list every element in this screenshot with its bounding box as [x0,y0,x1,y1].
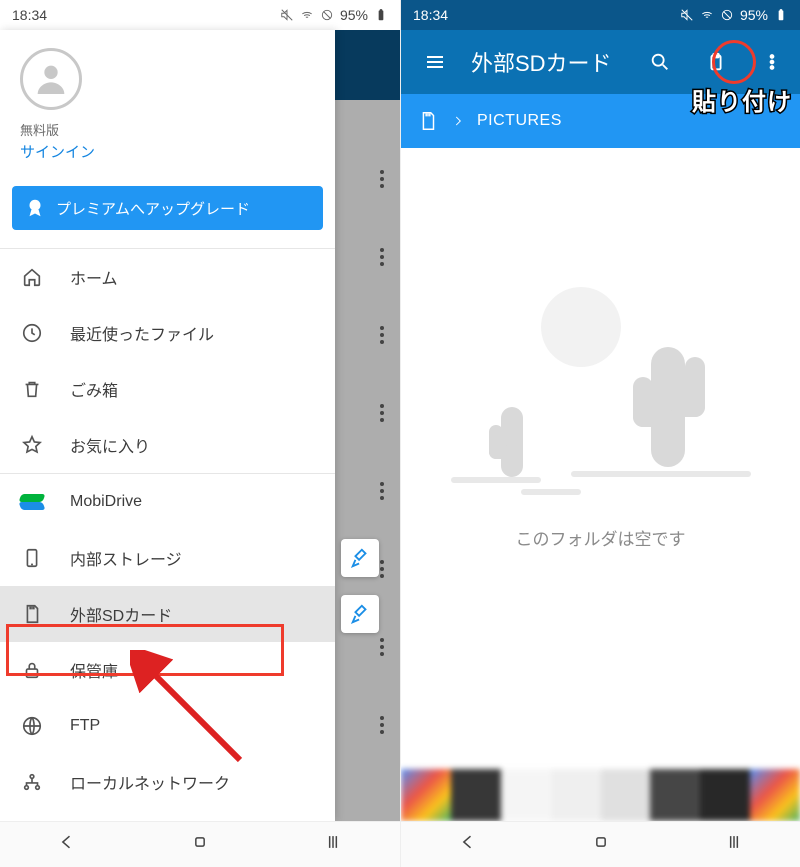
clock-icon [20,321,44,345]
clean-storage-button[interactable] [341,539,379,577]
nav-label: ローカルネットワーク [70,770,230,794]
menu-button[interactable] [415,42,455,82]
breadcrumb-item: PICTURES [477,112,562,130]
lock-icon [20,658,44,682]
empty-illustration [421,307,781,507]
no-data-icon [320,8,334,22]
left-screenshot: 18:34 95% [0,0,400,867]
nav-label: お気に入り [70,433,150,457]
status-battery-text: 95% [740,7,768,23]
page-title: 外部SDカード [471,46,624,78]
trash-icon [20,377,44,401]
sd-card-icon [20,602,44,626]
battery-icon [774,8,788,22]
signin-link[interactable]: サインイン [20,141,315,162]
recent-apps-strip [401,769,800,821]
clipboard-icon [705,51,727,73]
nav-label: ごみ箱 [70,377,118,401]
navigation-drawer: 無料版 サインイン プレミアムへアップグレード ホーム 最近使ったファイル [0,30,335,821]
wifi-icon [700,8,714,22]
recents-button[interactable] [323,832,343,857]
status-time: 18:34 [12,7,47,23]
annotation-paste-label: 貼り付け [692,82,792,117]
star-icon [20,433,44,457]
status-bar: 18:34 95% [0,0,400,30]
nav-label: 内部ストレージ [70,546,182,570]
search-button[interactable] [640,42,680,82]
more-vert-icon [761,51,783,73]
nav-internal-storage[interactable]: 内部ストレージ [0,530,335,586]
upgrade-button[interactable]: プレミアムへアップグレード [12,186,323,230]
upgrade-label: プレミアムへアップグレード [56,198,250,219]
nav-external-sd[interactable]: 外部SDカード [0,586,335,642]
drawer-overlay[interactable] [335,30,400,821]
recents-button[interactable] [724,832,744,857]
home-button[interactable] [591,832,611,857]
home-button[interactable] [190,832,210,857]
phone-icon [20,546,44,570]
nav-label: MobiDrive [70,493,142,511]
back-button[interactable] [458,832,478,857]
back-button[interactable] [57,832,77,857]
nav-label: ホーム [70,265,118,289]
nav-trash[interactable]: ごみ箱 [0,361,335,417]
broom-icon [349,547,371,569]
hamburger-icon [423,50,447,74]
nav-home[interactable]: ホーム [0,249,335,305]
nav-mobidrive[interactable]: MobiDrive [0,474,335,530]
system-nav-bar [401,821,800,867]
plan-label: 無料版 [20,120,315,139]
nav-label: 最近使ったファイル [70,321,214,345]
nav-label: 保管庫 [70,658,118,682]
empty-state: このフォルダは空です [401,148,800,708]
paste-button[interactable] [696,42,736,82]
wifi-icon [300,8,314,22]
nav-vault[interactable]: 保管庫 [0,642,335,698]
status-bar: 18:34 95% [401,0,800,30]
status-battery-text: 95% [340,7,368,23]
home-icon [20,265,44,289]
ribbon-icon [24,197,46,219]
nav-recent[interactable]: 最近使ったファイル [0,305,335,361]
person-icon [31,59,71,99]
mobidrive-icon [20,490,44,514]
empty-text: このフォルダは空です [516,525,686,550]
no-data-icon [720,8,734,22]
nav-local-network[interactable]: ローカルネットワーク [0,754,335,810]
nav-ftp[interactable]: FTP [0,698,335,754]
nav-label: 外部SDカード [70,602,172,626]
network-icon [20,770,44,794]
mute-icon [280,8,294,22]
system-nav-bar [0,821,400,867]
clean-storage-button[interactable] [341,595,379,633]
chevron-right-icon [451,114,465,128]
nav-label: FTP [70,717,100,735]
battery-icon [374,8,388,22]
sd-card-icon [417,110,439,132]
search-icon [649,51,671,73]
avatar[interactable] [20,48,82,110]
mute-icon [680,8,694,22]
overflow-button[interactable] [752,42,792,82]
globe-icon [20,714,44,738]
status-time: 18:34 [413,7,448,23]
nav-favorites[interactable]: お気に入り [0,417,335,473]
broom-icon [349,603,371,625]
right-screenshot: 18:34 95% 外部SDカード PICTURES [400,0,800,867]
